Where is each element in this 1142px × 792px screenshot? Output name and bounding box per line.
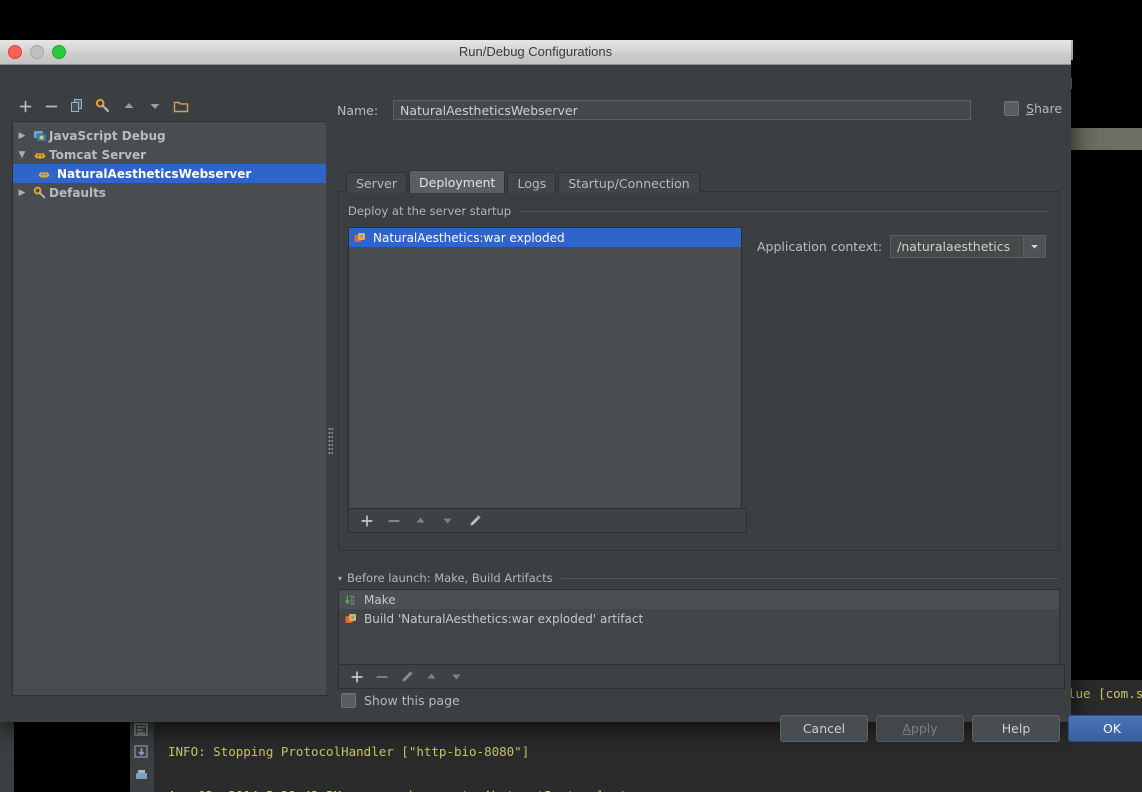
edit-defaults-wrench-icon[interactable] bbox=[90, 94, 116, 118]
help-button[interactable]: Help bbox=[972, 715, 1060, 742]
expand-arrow-icon[interactable]: ▶ bbox=[13, 188, 31, 198]
show-this-page-label: Show this page bbox=[364, 693, 460, 708]
deploy-edit-pencil-icon[interactable] bbox=[462, 510, 487, 531]
console-wrap-icon[interactable] bbox=[134, 722, 149, 737]
show-this-page-checkbox[interactable] bbox=[341, 693, 356, 708]
deployment-list-item[interactable]: NaturalAesthetics:war exploded bbox=[349, 228, 741, 247]
share-mnemonic: S bbox=[1026, 101, 1034, 116]
javascript-debug-icon bbox=[31, 129, 49, 143]
before-launch-item-label: Make bbox=[364, 593, 396, 607]
configuration-tabs: Server Deployment Logs Startup/Connectio… bbox=[346, 171, 702, 193]
configurations-toolbar bbox=[12, 93, 312, 119]
tab-logs[interactable]: Logs bbox=[507, 172, 556, 193]
before-launch-title: Before launch: Make, Build Artifacts bbox=[347, 571, 561, 585]
share-label-text: hare bbox=[1034, 101, 1062, 116]
deployment-toolbar bbox=[348, 508, 747, 533]
ide-right-titlebar-edge bbox=[1071, 40, 1073, 60]
copy-configuration-icon[interactable] bbox=[64, 94, 90, 118]
panel-splitter[interactable] bbox=[326, 121, 335, 694]
deploy-add-button[interactable] bbox=[354, 510, 379, 531]
deployment-list[interactable]: NaturalAesthetics:war exploded bbox=[348, 227, 742, 509]
wrench-icon bbox=[31, 186, 49, 200]
before-launch-collapse-icon[interactable]: ▾ bbox=[338, 574, 347, 583]
svg-text:01: 01 bbox=[351, 601, 355, 605]
dialog-title: Run/Debug Configurations bbox=[0, 44, 1071, 59]
tree-item-naturalaestheticswebserver[interactable]: NaturalAestheticsWebserver bbox=[13, 164, 326, 183]
console-line: INFO: Stopping ProtocolHandler ["http-bi… bbox=[168, 745, 1142, 760]
before-launch-item-make[interactable]: 01 10 01 Make bbox=[339, 590, 1059, 609]
console-print-icon[interactable] bbox=[134, 768, 149, 783]
application-context-label: Application context: bbox=[757, 239, 882, 254]
dialog-titlebar[interactable]: Run/Debug Configurations bbox=[0, 40, 1071, 65]
move-down-button[interactable] bbox=[142, 94, 168, 118]
name-input[interactable]: NaturalAestheticsWebserver bbox=[393, 100, 971, 120]
expand-arrow-icon[interactable]: ▶ bbox=[13, 131, 31, 141]
collapse-arrow-icon[interactable]: ▼ bbox=[13, 150, 31, 160]
cancel-button[interactable]: Cancel bbox=[780, 715, 868, 742]
application-context-combobox[interactable]: /naturalaesthetics bbox=[890, 235, 1046, 258]
tree-item-label: Defaults bbox=[49, 186, 106, 200]
share-label: Share bbox=[1026, 101, 1062, 116]
move-up-button[interactable] bbox=[116, 94, 142, 118]
splitter-grip[interactable] bbox=[328, 427, 333, 455]
application-context-row: Application context: /naturalaesthetics bbox=[757, 235, 1046, 258]
deploy-group-title: Deploy at the server startup bbox=[348, 204, 519, 218]
console-right-text: lue [com.su bbox=[1068, 686, 1142, 701]
before-launch-toolbar bbox=[338, 664, 1065, 689]
before-launch-remove-button[interactable] bbox=[369, 666, 394, 687]
tree-item-label: Tomcat Server bbox=[49, 148, 146, 162]
deploy-group-divider bbox=[519, 211, 1048, 212]
share-checkbox[interactable] bbox=[1004, 101, 1019, 116]
tomcat-icon bbox=[35, 167, 53, 181]
name-row: Name: NaturalAestheticsWebserver bbox=[337, 99, 1037, 121]
make-icon: 01 10 01 bbox=[344, 593, 358, 607]
name-label: Name: bbox=[337, 103, 393, 118]
tree-item-defaults[interactable]: ▶ Defaults bbox=[13, 183, 326, 202]
before-launch-edit-pencil-icon[interactable] bbox=[394, 666, 419, 687]
deployment-item-label: NaturalAesthetics:war exploded bbox=[373, 231, 565, 245]
tab-server[interactable]: Server bbox=[346, 172, 407, 193]
share-row[interactable]: Share bbox=[1004, 101, 1062, 116]
show-this-page-row[interactable]: Show this page bbox=[341, 693, 460, 708]
apply-mnemonic: A bbox=[902, 721, 911, 736]
ide-right-status-bar bbox=[1071, 128, 1142, 150]
deploy-move-down-button[interactable] bbox=[435, 510, 460, 531]
apply-button[interactable]: Apply bbox=[876, 715, 964, 742]
deploy-group-header: Deploy at the server startup bbox=[348, 204, 1048, 218]
tomcat-icon bbox=[31, 148, 49, 162]
tree-item-label: JavaScript Debug bbox=[49, 129, 166, 143]
before-launch-move-down-button[interactable] bbox=[444, 666, 469, 687]
dialog-button-bar: Cancel Apply Help OK bbox=[780, 715, 1142, 742]
before-launch-add-button[interactable] bbox=[344, 666, 369, 687]
artifact-icon bbox=[344, 612, 358, 626]
add-configuration-button[interactable] bbox=[12, 94, 38, 118]
tab-deployment[interactable]: Deployment bbox=[409, 170, 505, 193]
console-scroll-to-end-icon[interactable] bbox=[134, 744, 149, 759]
tab-startup-connection[interactable]: Startup/Connection bbox=[558, 172, 699, 193]
application-context-value[interactable]: /naturalaesthetics bbox=[891, 236, 1023, 257]
run-debug-configurations-dialog: Run/Debug Configurations bbox=[0, 40, 1071, 721]
ok-button[interactable]: OK bbox=[1068, 715, 1142, 742]
before-launch-header[interactable]: ▾ Before launch: Make, Build Artifacts bbox=[338, 571, 1058, 585]
remove-configuration-button[interactable] bbox=[38, 94, 64, 118]
before-launch-divider bbox=[561, 578, 1058, 579]
folder-button[interactable] bbox=[168, 94, 194, 118]
tree-item-javascript-debug[interactable]: ▶ JavaScript Debug bbox=[13, 126, 326, 145]
deploy-remove-button[interactable] bbox=[381, 510, 406, 531]
artifact-icon bbox=[353, 231, 367, 245]
before-launch-item-label: Build 'NaturalAesthetics:war exploded' a… bbox=[364, 612, 643, 626]
before-launch-item-build-artifact[interactable]: Build 'NaturalAesthetics:war exploded' a… bbox=[339, 609, 1059, 628]
code-editor[interactable]: ersey</groupId> -server</artifactId> bbox=[0, 0, 625, 41]
tree-item-label: NaturalAestheticsWebserver bbox=[53, 167, 251, 181]
before-launch-list[interactable]: 01 10 01 Make Build 'NaturalAesthetics:w… bbox=[338, 589, 1060, 666]
tree-item-tomcat-server[interactable]: ▼ Tomcat Server bbox=[13, 145, 326, 164]
dialog-body: ▶ JavaScript Debug ▼ bbox=[0, 65, 1071, 722]
before-launch-move-up-button[interactable] bbox=[419, 666, 444, 687]
deploy-move-up-button[interactable] bbox=[408, 510, 433, 531]
configurations-tree[interactable]: ▶ JavaScript Debug ▼ bbox=[12, 121, 327, 696]
apply-label-rest: pply bbox=[911, 721, 938, 736]
chevron-down-icon[interactable] bbox=[1023, 236, 1045, 257]
